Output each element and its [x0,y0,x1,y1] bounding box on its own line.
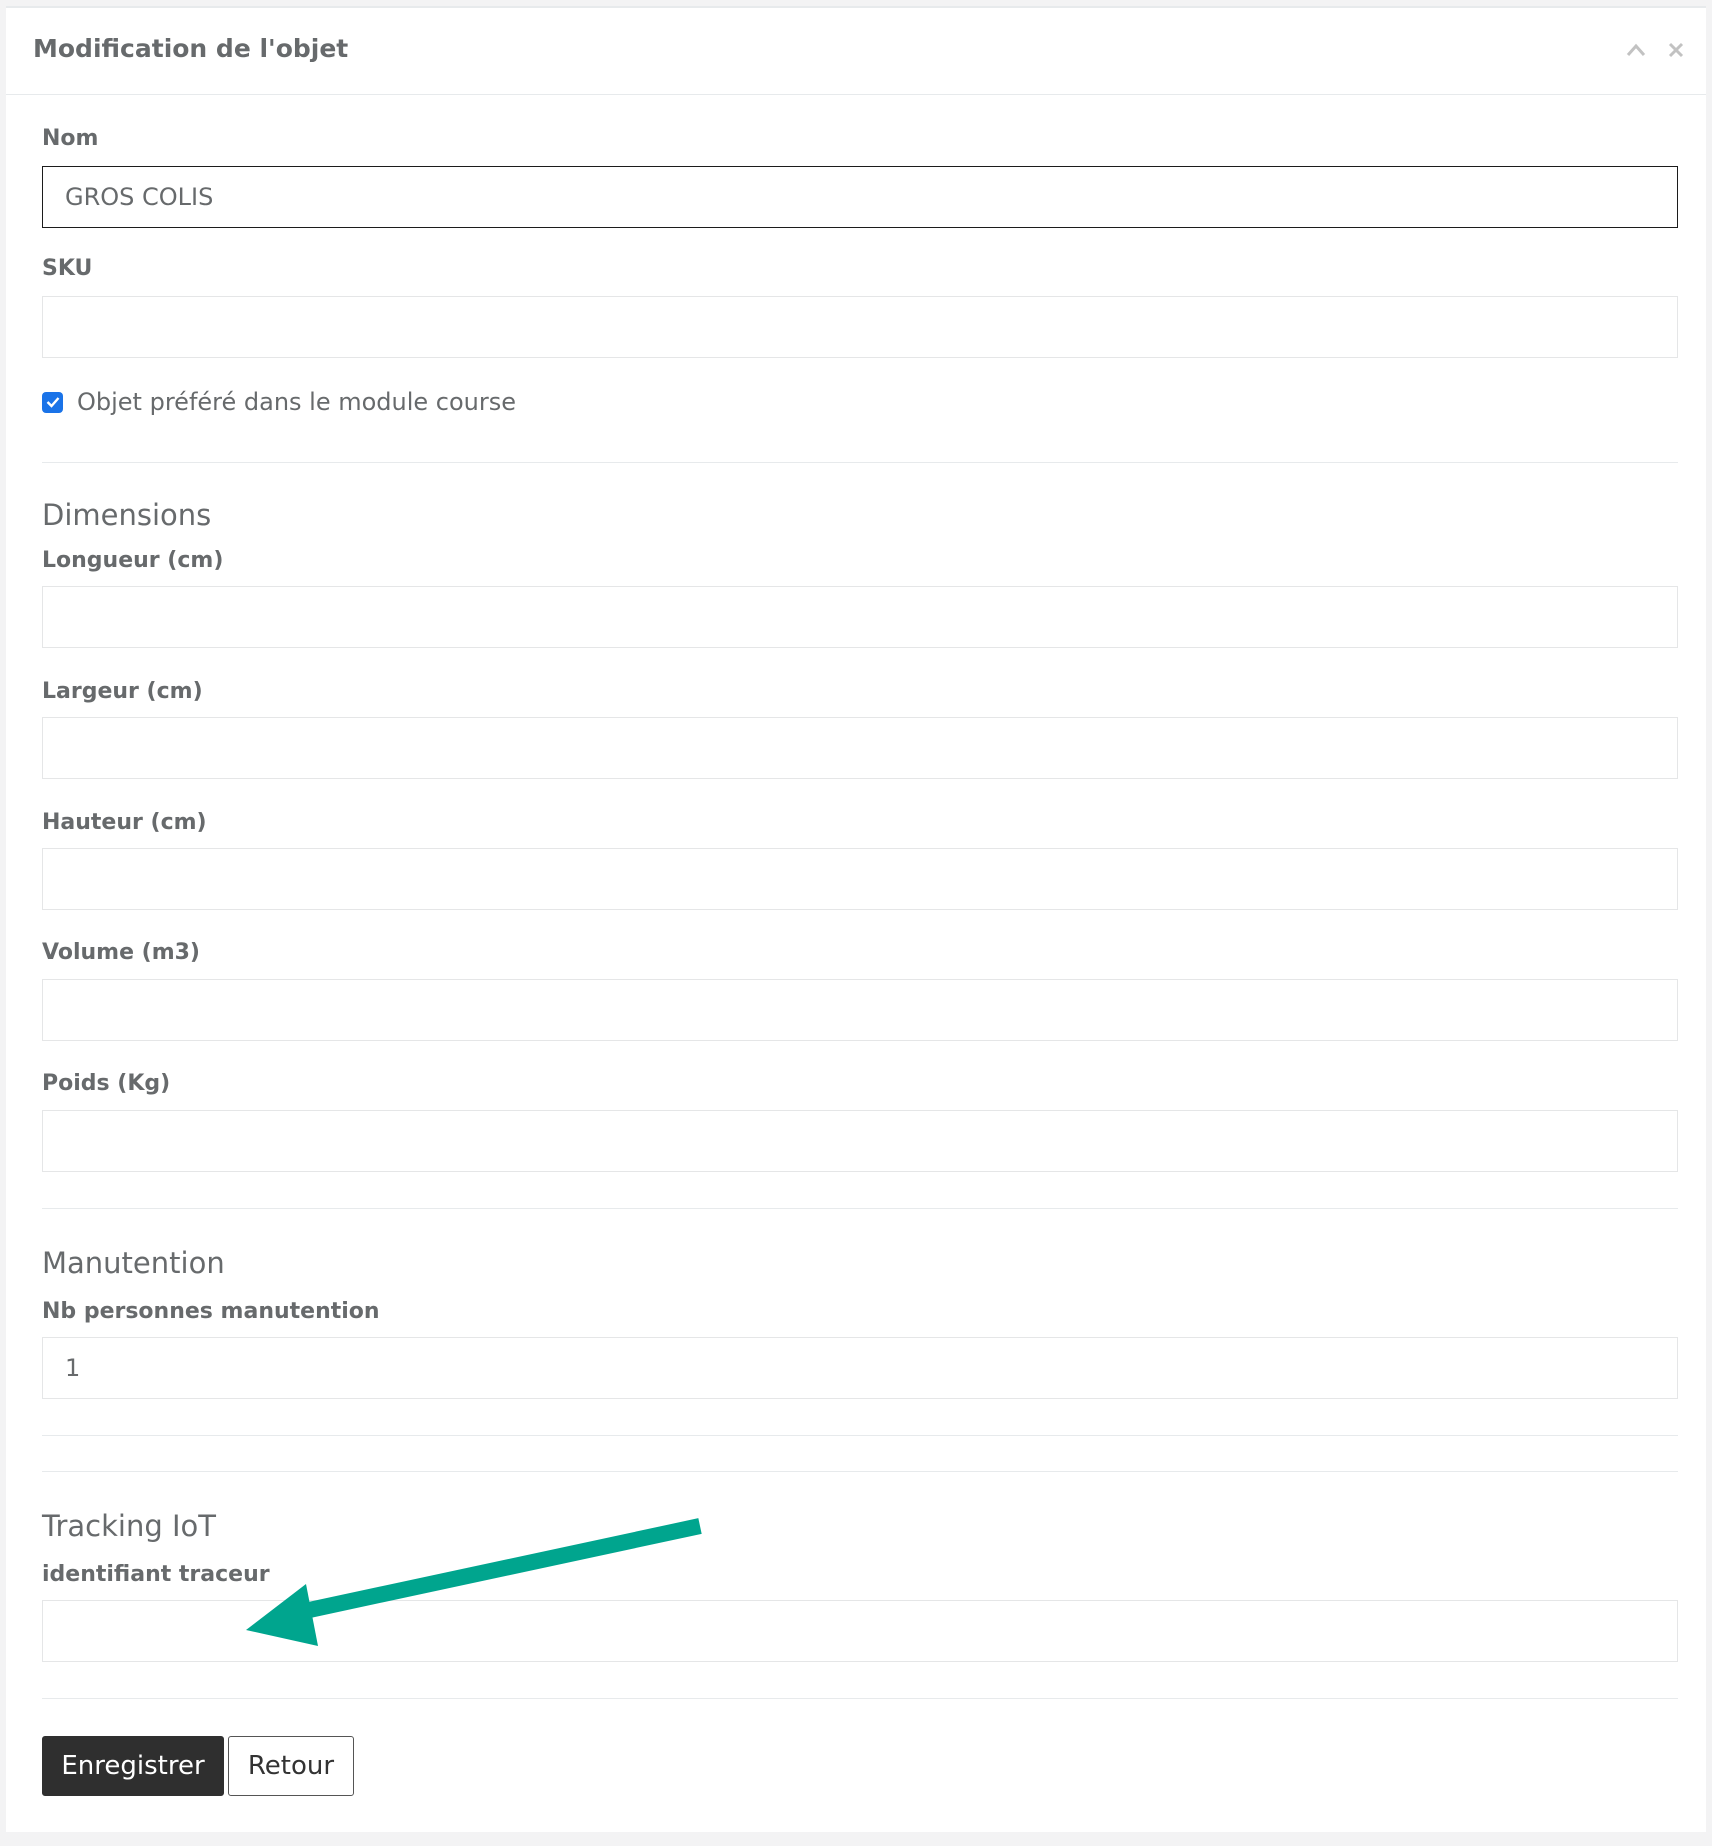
nom-input[interactable] [42,166,1678,228]
divider [42,1435,1678,1436]
longueur-input[interactable] [42,586,1678,648]
nb-personnes-input[interactable] [42,1337,1678,1399]
back-button[interactable]: Retour [228,1736,354,1796]
poids-label: Poids (Kg) [42,1071,171,1096]
panel-title: Modification de l'objet [33,34,349,63]
panel-tools [1624,38,1688,62]
close-icon[interactable] [1664,38,1688,62]
panel-body: Nom SKU Objet préféré dans le module cou… [6,96,1706,1832]
longueur-label: Longueur (cm) [42,548,224,573]
tracking-section-title: Tracking IoT [42,1509,216,1543]
sku-input[interactable] [42,296,1678,358]
identifiant-traceur-input[interactable] [42,1600,1678,1662]
manutention-section-title: Manutention [42,1246,225,1280]
divider [42,1471,1678,1472]
hauteur-label: Hauteur (cm) [42,810,207,835]
divider [42,1208,1678,1209]
panel-header: Modification de l'objet [6,8,1706,95]
chevron-up-icon[interactable] [1624,38,1648,62]
sku-label: SKU [42,256,93,281]
edit-object-panel: Modification de l'objet Nom SKU Objet pr… [6,6,1706,1832]
largeur-label: Largeur (cm) [42,679,203,704]
volume-label: Volume (m3) [42,940,200,965]
divider [42,462,1678,463]
divider [42,1698,1678,1699]
favorite-checkbox-row: Objet préféré dans le module course [42,388,516,416]
favorite-checkbox[interactable] [42,391,63,413]
largeur-input[interactable] [42,717,1678,779]
nb-personnes-label: Nb personnes manutention [42,1299,380,1324]
save-button[interactable]: Enregistrer [42,1736,224,1796]
nom-label: Nom [42,126,99,151]
favorite-checkbox-label: Objet préféré dans le module course [77,388,517,416]
hauteur-input[interactable] [42,848,1678,910]
dimensions-section-title: Dimensions [42,498,212,532]
identifiant-traceur-label: identifiant traceur [42,1562,270,1587]
poids-input[interactable] [42,1110,1678,1172]
volume-input[interactable] [42,979,1678,1041]
